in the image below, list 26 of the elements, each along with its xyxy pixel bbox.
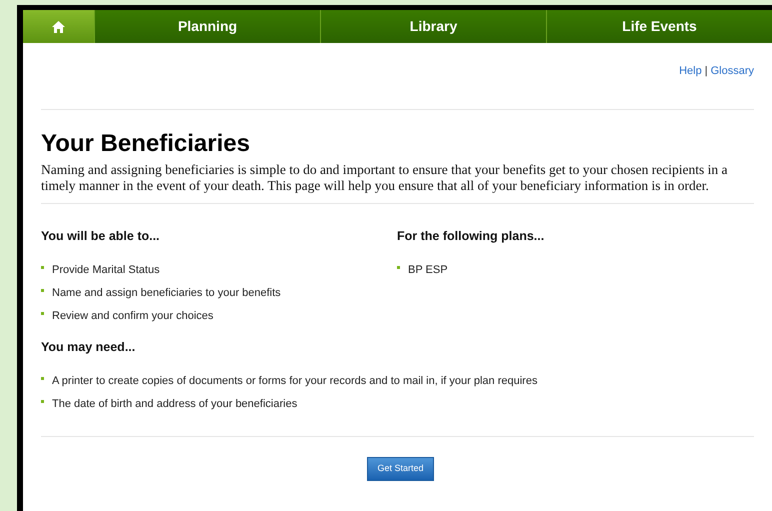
list-item: Review and confirm your choices xyxy=(52,309,214,323)
bullet-icon xyxy=(41,377,44,380)
bullet-icon xyxy=(41,266,44,269)
list-item: Name and assign beneficiaries to your benefits xyxy=(52,286,281,300)
nav-tab[interactable]: Planning xyxy=(94,10,320,43)
section-heading: For the following plans... xyxy=(397,228,546,244)
section-heading: You may need... xyxy=(41,339,136,355)
list-item: Provide Marital Status xyxy=(52,263,160,277)
list-item: A printer to create copies of documents or forms for your records and to mail in, if your plan requires xyxy=(52,374,538,388)
intro-paragraph: Naming and assigning beneficiaries is simple to do and important to ensure that your benefits get to your chosen recipients in a timely manner in the event of your death. This page will help you ensure that all of your beneficiary information is in order. xyxy=(41,162,728,194)
home-icon xyxy=(52,20,65,32)
bullet-icon xyxy=(41,400,44,403)
link-separator: | xyxy=(704,64,708,79)
bullet-icon xyxy=(41,312,44,315)
home-tab[interactable] xyxy=(23,10,94,43)
list-item: The date of birth and address of your beneficiaries xyxy=(52,397,298,411)
nav-tab[interactable]: Library xyxy=(320,10,546,43)
bullet-icon xyxy=(41,289,44,292)
get-started-button[interactable]: Get Started xyxy=(367,457,434,481)
header-link[interactable]: Glossary xyxy=(710,62,754,80)
header-link[interactable]: Help xyxy=(679,62,702,80)
section-heading: You will be able to... xyxy=(41,228,161,244)
list-item: BP ESP xyxy=(408,263,448,277)
bullet-icon xyxy=(397,266,400,269)
page-title: Your Beneficiaries xyxy=(41,129,251,159)
nav-tab[interactable]: Life Events xyxy=(546,10,772,43)
